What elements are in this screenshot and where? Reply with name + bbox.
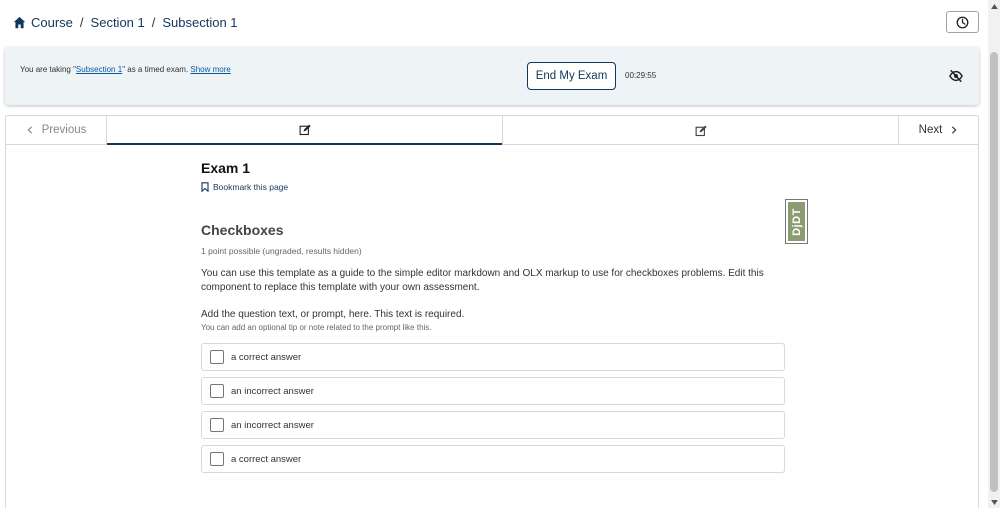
- breadcrumb-course[interactable]: Course: [31, 15, 73, 30]
- checkbox[interactable]: [210, 384, 224, 398]
- exam-timer: 00:29:55: [625, 71, 657, 80]
- home-icon[interactable]: [13, 16, 26, 29]
- bookmark-button[interactable]: Bookmark this page: [201, 182, 785, 192]
- choice-item[interactable]: a correct answer: [201, 343, 785, 371]
- breadcrumb-section[interactable]: Section 1: [91, 15, 145, 30]
- chevron-left-icon: [27, 126, 32, 134]
- page: Course / Section 1 / Subsection 1 You ar…: [0, 0, 1000, 508]
- eye-slash-icon[interactable]: [949, 69, 963, 83]
- choice-item[interactable]: a correct answer: [201, 445, 785, 473]
- choice-label: a correct answer: [231, 453, 302, 465]
- choice-item[interactable]: an incorrect answer: [201, 377, 785, 405]
- bookmark-label: Bookmark this page: [213, 182, 289, 192]
- previous-label: Previous: [41, 124, 87, 136]
- checkbox[interactable]: [210, 350, 224, 364]
- debug-toolbar-label: DjDT: [790, 207, 803, 236]
- breadcrumb: Course / Section 1 / Subsection 1: [13, 15, 238, 30]
- problem-prompt: Add the question text, or prompt, here. …: [201, 309, 465, 320]
- problem-points: 1 point possible (ungraded, results hidd…: [201, 246, 362, 256]
- next-button[interactable]: Next: [898, 116, 978, 144]
- timed-exam-banner: You are taking "Subsection 1" as a timed…: [5, 47, 979, 105]
- edit-icon: [299, 124, 311, 135]
- edit-icon: [695, 125, 707, 136]
- choice-item[interactable]: an incorrect answer: [201, 411, 785, 439]
- debug-toolbar-badge: DjDT: [788, 202, 805, 241]
- triangle-down-icon: [990, 499, 998, 505]
- history-button[interactable]: [946, 11, 979, 33]
- breadcrumb-separator: /: [79, 15, 84, 30]
- show-more-link[interactable]: Show more: [190, 65, 230, 74]
- course-content-card: Previous Next Exam 1 Bookmark this page …: [5, 115, 979, 508]
- problem-tip: You can add an optional tip or note rela…: [201, 323, 432, 332]
- previous-button[interactable]: Previous: [6, 116, 107, 144]
- unit-title: Exam 1: [201, 160, 251, 176]
- triangle-up-icon: [990, 3, 998, 9]
- banner-text-suffix: " as a timed exam.: [122, 65, 191, 74]
- breadcrumb-separator: /: [151, 15, 156, 30]
- checkbox[interactable]: [210, 418, 224, 432]
- problem-description: You can use this template as a guide to …: [201, 268, 764, 293]
- choice-label: a correct answer: [231, 351, 302, 363]
- choice-label: an incorrect answer: [231, 419, 314, 431]
- next-label: Next: [918, 124, 943, 136]
- sequence-navigation: Previous Next: [6, 116, 978, 145]
- breadcrumb-subsection[interactable]: Subsection 1: [162, 15, 237, 30]
- bookmark-icon: [201, 182, 209, 192]
- checkbox[interactable]: [210, 452, 224, 466]
- unit-content: Exam 1 Bookmark this page Checkboxes 1 p…: [201, 160, 785, 479]
- choice-list: a correct answer an incorrect answer an …: [201, 343, 785, 473]
- scroll-down-arrow[interactable]: [990, 498, 998, 506]
- scrollbar[interactable]: [988, 0, 1000, 508]
- unit-tab-2[interactable]: [502, 116, 898, 145]
- clock-icon: [956, 16, 969, 28]
- timed-exam-message: You are taking "Subsection 1" as a timed…: [20, 65, 231, 74]
- scroll-up-arrow[interactable]: [990, 2, 998, 10]
- problem-title: Checkboxes: [201, 222, 284, 238]
- choice-label: an incorrect answer: [231, 385, 314, 397]
- chevron-right-icon: [952, 126, 957, 134]
- subsection-link[interactable]: Subsection 1: [76, 65, 122, 74]
- end-exam-button[interactable]: End My Exam: [527, 62, 616, 90]
- top-bar: Course / Section 1 / Subsection 1: [0, 0, 988, 47]
- debug-toolbar-handle[interactable]: DjDT: [785, 199, 808, 244]
- banner-text-prefix: You are taking ": [20, 65, 76, 74]
- unit-tab-1[interactable]: [107, 116, 502, 145]
- scroll-thumb[interactable]: [990, 52, 998, 492]
